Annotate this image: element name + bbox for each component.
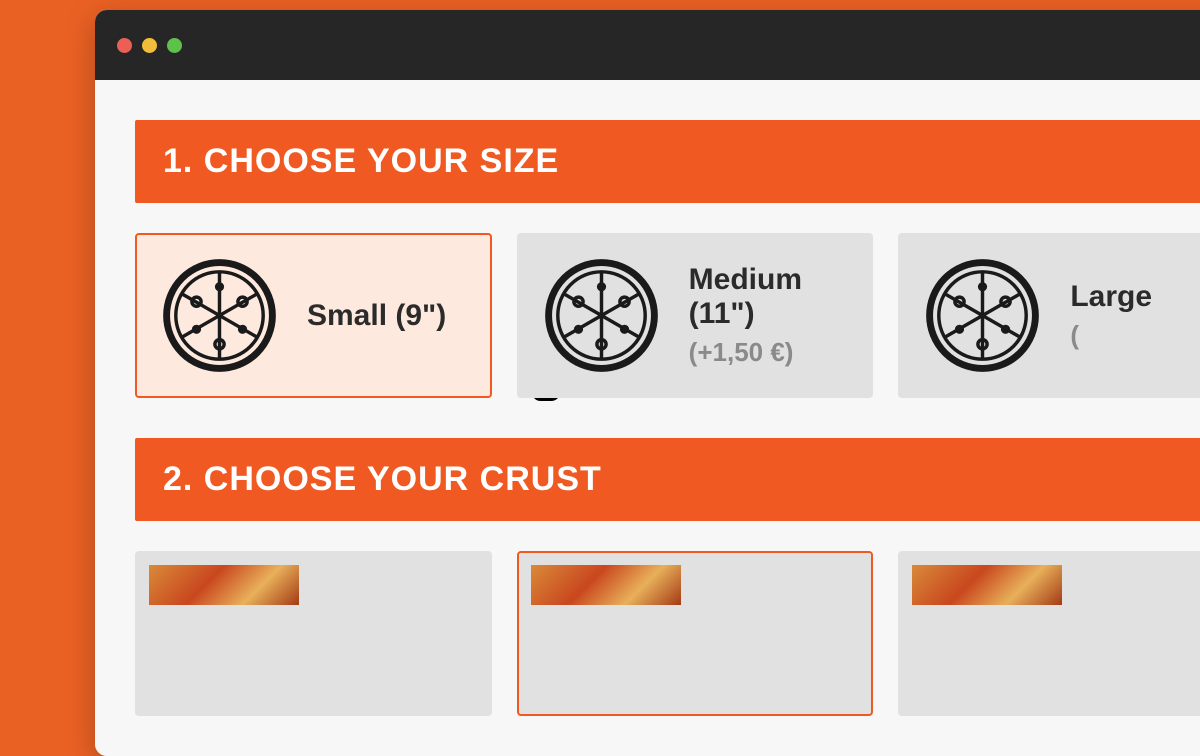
minimize-window-button[interactable] <box>142 38 157 53</box>
size-label: Small (9") <box>307 299 446 333</box>
pizza-icon <box>925 258 1040 373</box>
option-text: Large ( <box>1070 280 1152 351</box>
close-window-button[interactable] <box>117 38 132 53</box>
crust-section-header: 2. CHOOSE YOUR CRUST <box>135 438 1200 521</box>
size-options-row: Small (9") <box>135 233 1200 398</box>
browser-window: 1. CHOOSE YOUR SIZE Sma <box>95 10 1200 756</box>
size-label: Medium (11") <box>689 263 847 331</box>
size-section-header: 1. CHOOSE YOUR SIZE <box>135 120 1200 203</box>
crust-options-row <box>135 551 1200 716</box>
size-label: Large <box>1070 280 1152 314</box>
crust-option[interactable] <box>135 551 492 716</box>
crust-image <box>912 565 1062 605</box>
option-text: Medium (11") (+1,50 €) <box>689 263 847 368</box>
maximize-window-button[interactable] <box>167 38 182 53</box>
size-price: (+1,50 €) <box>689 337 847 368</box>
crust-header-label: 2. CHOOSE YOUR CRUST <box>163 460 602 498</box>
size-option-small[interactable]: Small (9") <box>135 233 492 398</box>
window-title-bar <box>95 10 1200 80</box>
size-option-large[interactable]: Large ( <box>898 233 1200 398</box>
crust-option[interactable] <box>517 551 874 716</box>
crust-image <box>149 565 299 605</box>
crust-image <box>531 565 681 605</box>
size-option-medium[interactable]: Medium (11") (+1,50 €) <box>517 233 874 398</box>
size-price: ( <box>1070 320 1152 351</box>
crust-option[interactable] <box>898 551 1200 716</box>
page-content: 1. CHOOSE YOUR SIZE Sma <box>95 80 1200 756</box>
pizza-icon <box>544 258 659 373</box>
size-header-label: 1. CHOOSE YOUR SIZE <box>163 142 559 180</box>
option-text: Small (9") <box>307 299 446 333</box>
pizza-icon <box>162 258 277 373</box>
